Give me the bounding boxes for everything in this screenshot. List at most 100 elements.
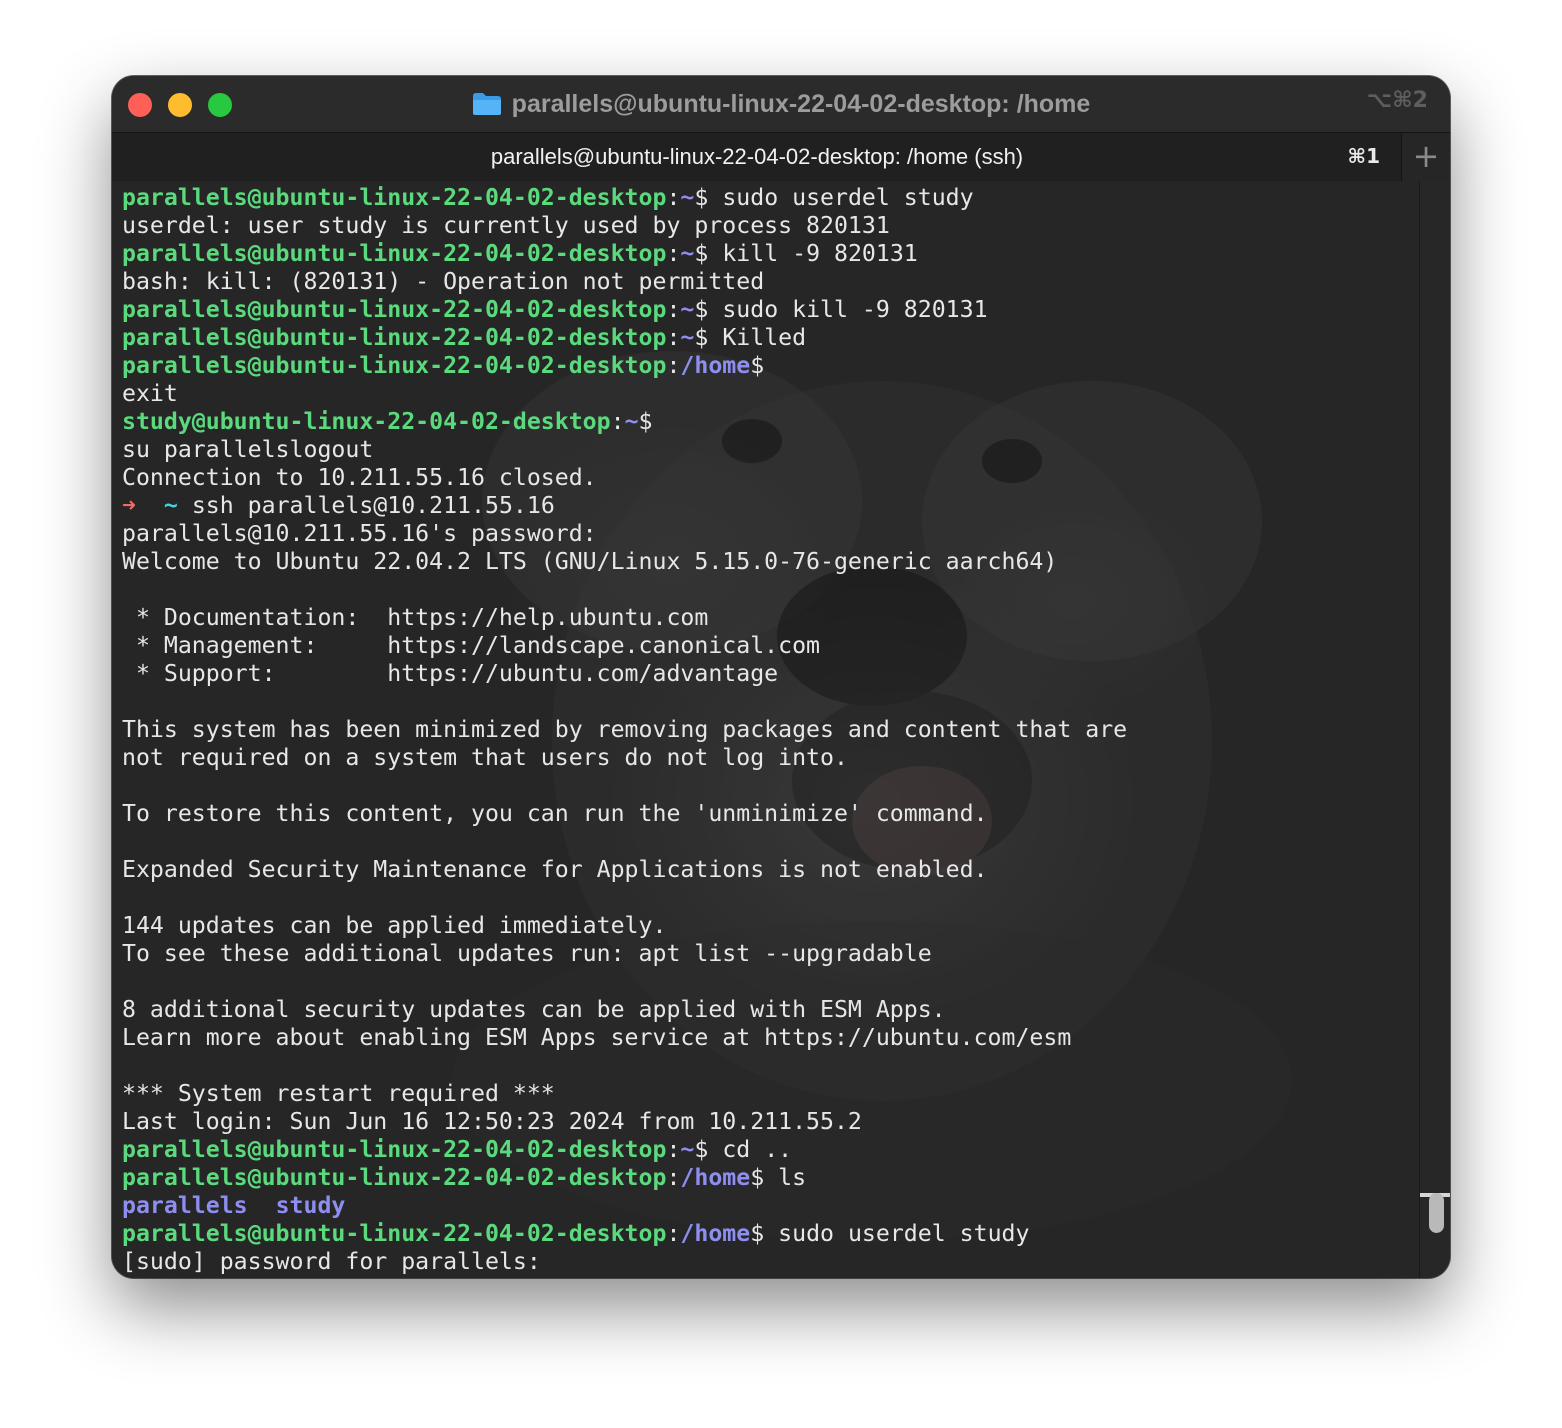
prompt-symbol: $: [750, 1220, 765, 1247]
terminal-line: To restore this content, you can run the…: [122, 800, 1412, 828]
directory-entry: study: [275, 1192, 346, 1219]
prompt-symbol: $: [694, 184, 709, 211]
prompt-separator: :: [666, 1220, 681, 1247]
output-text: exit: [122, 380, 178, 407]
output-text: *** System restart required ***: [122, 1080, 555, 1107]
prompt-path: /home: [680, 1164, 751, 1191]
terminal-line: *** System restart required ***: [122, 1080, 1412, 1108]
new-tab-button[interactable]: +: [1401, 133, 1450, 181]
terminal-line: study@ubuntu-linux-22-04-02-desktop:~$: [122, 408, 1412, 436]
terminal-line: Welcome to Ubuntu 22.04.2 LTS (GNU/Linux…: [122, 548, 1412, 576]
terminal-lines: parallels@ubuntu-linux-22-04-02-desktop:…: [122, 184, 1412, 1276]
output-text: parallels@10.211.55.16's password:: [122, 520, 597, 547]
prompt-path: ~: [680, 184, 695, 211]
terminal-output-area[interactable]: parallels@ubuntu-linux-22-04-02-desktop:…: [112, 181, 1450, 1278]
terminal-line: parallels@ubuntu-linux-22-04-02-desktop:…: [122, 1136, 1412, 1164]
terminal-window: parallels@ubuntu-linux-22-04-02-desktop:…: [112, 76, 1450, 1278]
terminal-line: parallels@ubuntu-linux-22-04-02-desktop:…: [122, 240, 1412, 268]
output-text: userdel: user study is currently used by…: [122, 212, 890, 239]
scrollbar-track[interactable]: [1419, 181, 1450, 1278]
terminal-line: ➜ ~ ssh parallels@10.211.55.16: [122, 492, 1412, 520]
title-bar[interactable]: parallels@ubuntu-linux-22-04-02-desktop:…: [112, 76, 1450, 132]
terminal-line: parallels@ubuntu-linux-22-04-02-desktop:…: [122, 324, 1412, 352]
prompt-user-host: parallels@ubuntu-linux-22-04-02-desktop: [122, 240, 667, 267]
prompt-user-host: parallels@ubuntu-linux-22-04-02-desktop: [122, 1136, 667, 1163]
output-text: Expanded Security Maintenance for Applic…: [122, 856, 988, 883]
prompt-symbol: $: [750, 1164, 765, 1191]
terminal-line: Learn more about enabling ESM Apps servi…: [122, 1024, 1412, 1052]
output-text: * Support: https://ubuntu.com/advantage: [122, 660, 779, 687]
prompt-path: /home: [680, 352, 751, 379]
terminal-line: 144 updates can be applied immediately.: [122, 912, 1412, 940]
prompt-user-host: parallels@ubuntu-linux-22-04-02-desktop: [122, 184, 667, 211]
output-text: Last login: Sun Jun 16 12:50:23 2024 fro…: [122, 1108, 862, 1135]
prompt-separator: :: [666, 352, 681, 379]
window-title-group: parallels@ubuntu-linux-22-04-02-desktop:…: [112, 88, 1450, 120]
prompt-separator: :: [666, 240, 681, 267]
terminal-line: su parallelslogout: [122, 436, 1412, 464]
prompt-path: ~: [680, 296, 695, 323]
terminal-line: Last login: Sun Jun 16 12:50:23 2024 fro…: [122, 1108, 1412, 1136]
prompt-path: ~: [680, 324, 695, 351]
scrollbar-thumb[interactable]: [1429, 1193, 1444, 1233]
prompt-path: ~: [624, 408, 639, 435]
terminal-line: exit: [122, 380, 1412, 408]
prompt-separator: :: [666, 296, 681, 323]
terminal-line: Expanded Security Maintenance for Applic…: [122, 856, 1412, 884]
terminal-line: 8 additional security updates can be app…: [122, 996, 1412, 1024]
output-text: su parallelslogout: [122, 436, 374, 463]
terminal-line: [sudo] password for parallels:: [122, 1248, 1412, 1276]
output-text: 144 updates can be applied immediately.: [122, 912, 667, 939]
output-text: This system has been minimized by removi…: [122, 716, 1128, 743]
prompt-user-host: parallels@ubuntu-linux-22-04-02-desktop: [122, 324, 667, 351]
terminal-line: parallels@ubuntu-linux-22-04-02-desktop:…: [122, 296, 1412, 324]
prompt-user-host: parallels@ubuntu-linux-22-04-02-desktop: [122, 1220, 667, 1247]
output-text: 8 additional security updates can be app…: [122, 996, 946, 1023]
output-text: [sudo] password for parallels:: [122, 1248, 541, 1275]
window-shortcut: ⌥⌘2: [1366, 88, 1428, 113]
tab-ssh-session[interactable]: parallels@ubuntu-linux-22-04-02-desktop:…: [112, 133, 1402, 181]
prompt-user-host: study@ubuntu-linux-22-04-02-desktop: [122, 408, 611, 435]
command-text: cd ..: [708, 1136, 793, 1163]
terminal-line: * Management: https://landscape.canonica…: [122, 632, 1412, 660]
prompt-symbol: $: [638, 408, 653, 435]
output-text: Learn more about enabling ESM Apps servi…: [122, 1024, 1072, 1051]
terminal-line: parallels@ubuntu-linux-22-04-02-desktop:…: [122, 184, 1412, 212]
prompt-separator: :: [610, 408, 625, 435]
terminal-line: This system has been minimized by removi…: [122, 716, 1412, 744]
command-text: ssh parallels@10.211.55.16: [177, 492, 555, 519]
folder-icon: [472, 92, 502, 116]
prompt-separator: :: [666, 1164, 681, 1191]
output-text: not required on a system that users do n…: [122, 744, 848, 771]
prompt-user-host: parallels@ubuntu-linux-22-04-02-desktop: [122, 296, 667, 323]
terminal-line: Connection to 10.211.55.16 closed.: [122, 464, 1412, 492]
terminal-line: userdel: user study is currently used by…: [122, 212, 1412, 240]
terminal-line: parallels study: [122, 1192, 1412, 1220]
terminal-line: not required on a system that users do n…: [122, 744, 1412, 772]
output-text: To restore this content, you can run the…: [122, 800, 988, 827]
output-text: Connection to 10.211.55.16 closed.: [122, 464, 597, 491]
terminal-line: To see these additional updates run: apt…: [122, 940, 1412, 968]
tab-shortcut: ⌘1: [1347, 144, 1380, 168]
output-text: To see these additional updates run: apt…: [122, 940, 932, 967]
command-text: kill -9 820131: [708, 240, 918, 267]
output-text: bash: kill: (820131) - Operation not per…: [122, 268, 765, 295]
prompt-separator: :: [666, 184, 681, 211]
terminal-line: parallels@ubuntu-linux-22-04-02-desktop:…: [122, 352, 1412, 380]
command-text: sudo userdel study: [764, 1220, 1030, 1247]
terminal-line: bash: kill: (820131) - Operation not per…: [122, 268, 1412, 296]
command-text: ls: [764, 1164, 807, 1191]
tab-bar: parallels@ubuntu-linux-22-04-02-desktop:…: [112, 132, 1450, 182]
prompt-user-host: parallels@ubuntu-linux-22-04-02-desktop: [122, 1164, 667, 1191]
prompt-symbol: $: [694, 1136, 709, 1163]
output-text: * Management: https://landscape.canonica…: [122, 632, 821, 659]
terminal-line: * Documentation: https://help.ubuntu.com: [122, 604, 1412, 632]
prompt-path: ~: [680, 1136, 695, 1163]
directory-entry: parallels: [122, 1192, 248, 1219]
